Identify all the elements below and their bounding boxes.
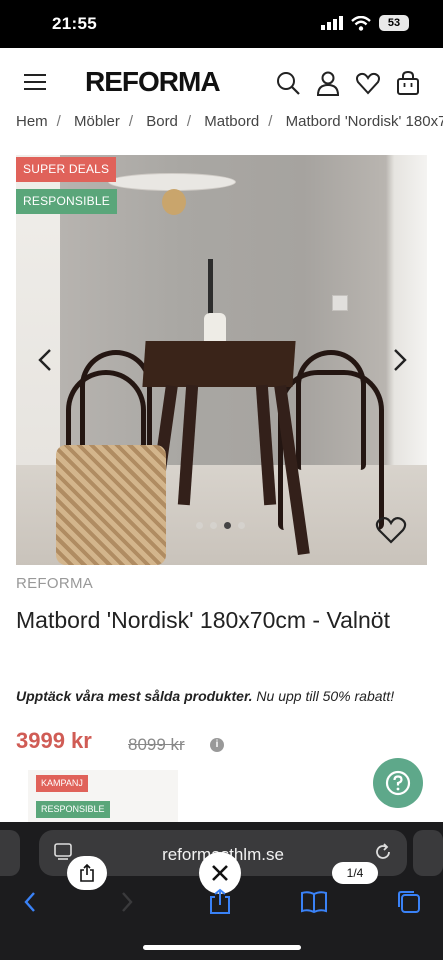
page-menu-icon[interactable]: [54, 842, 72, 860]
gallery-dot[interactable]: [196, 522, 203, 529]
product-title: Matbord 'Nordisk' 180x70cm - Valnöt: [16, 607, 390, 633]
share-icon: [80, 864, 94, 882]
breadcrumb-current: Matbord 'Nordisk' 180x70cm: [285, 113, 443, 130]
safari-nav-toolbar: [0, 888, 443, 918]
home-indicator[interactable]: [143, 945, 301, 950]
back-icon[interactable]: [17, 888, 45, 916]
wifi-icon: [351, 15, 371, 31]
product-image[interactable]: [16, 155, 427, 565]
share-button[interactable]: [67, 856, 107, 890]
status-bar: 21:55 53: [0, 0, 443, 48]
product-brand[interactable]: REFORMA: [16, 575, 93, 592]
signal-icon: [321, 16, 343, 30]
promo-text: Upptäck våra mest sålda produkter. Nu up…: [16, 688, 394, 704]
breadcrumb-matbord[interactable]: Matbord: [204, 113, 259, 130]
site-logo[interactable]: REFORMA: [85, 66, 221, 98]
close-icon: [212, 865, 228, 881]
site-header: REFORMA: [0, 48, 443, 118]
price-current: 3999 kr: [16, 728, 92, 753]
kampanj-badge: KAMPANJ: [36, 775, 88, 792]
gallery-next-icon[interactable]: [391, 348, 409, 372]
help-button[interactable]: [373, 758, 423, 808]
breadcrumb: Hem / Möbler / Bord / Matbord / Matbord 'Nor…: [0, 110, 443, 130]
page-counter[interactable]: 1/4: [332, 862, 378, 884]
gallery-prev-icon[interactable]: [36, 348, 54, 372]
search-icon[interactable]: [275, 70, 301, 96]
breadcrumb-bord[interactable]: Bord: [146, 113, 178, 130]
next-tab-preview[interactable]: [413, 830, 443, 876]
price-original: 8099 kr: [128, 735, 185, 754]
super-deals-badge: SUPER DEALS: [16, 157, 117, 182]
status-time: 21:55: [52, 14, 97, 33]
promo-bold: Upptäck våra mest sålda produkter.: [16, 688, 253, 704]
previous-tab-preview[interactable]: [0, 830, 20, 876]
promo-rest: Nu upp till 50% rabatt!: [252, 688, 395, 704]
header-actions: [275, 70, 421, 96]
bag-icon[interactable]: [395, 70, 421, 96]
heart-icon[interactable]: [355, 70, 381, 96]
bookmarks-icon[interactable]: [300, 888, 328, 916]
forward-icon[interactable]: [112, 888, 140, 916]
gallery-dot[interactable]: [210, 522, 217, 529]
responsible-badge: RESPONSIBLE: [16, 189, 117, 214]
gallery-dot-active[interactable]: [224, 522, 231, 529]
wishlist-heart-icon[interactable]: [375, 515, 407, 545]
price-info-icon[interactable]: i: [210, 738, 224, 752]
question-icon: [385, 770, 411, 796]
gallery-pagination: [196, 522, 245, 529]
toolbar-share-icon[interactable]: [206, 888, 234, 916]
reload-icon[interactable]: [374, 843, 392, 861]
related-responsible-badge: RESPONSIBLE: [36, 801, 110, 818]
breadcrumb-home[interactable]: Hem: [16, 113, 48, 130]
user-icon[interactable]: [315, 70, 341, 96]
tabs-icon[interactable]: [395, 888, 423, 916]
gallery-dot[interactable]: [238, 522, 245, 529]
battery-indicator: 53: [379, 15, 409, 31]
status-indicators: 53: [321, 15, 409, 31]
menu-icon[interactable]: [24, 74, 46, 91]
breadcrumb-mobler[interactable]: Möbler: [74, 113, 120, 130]
